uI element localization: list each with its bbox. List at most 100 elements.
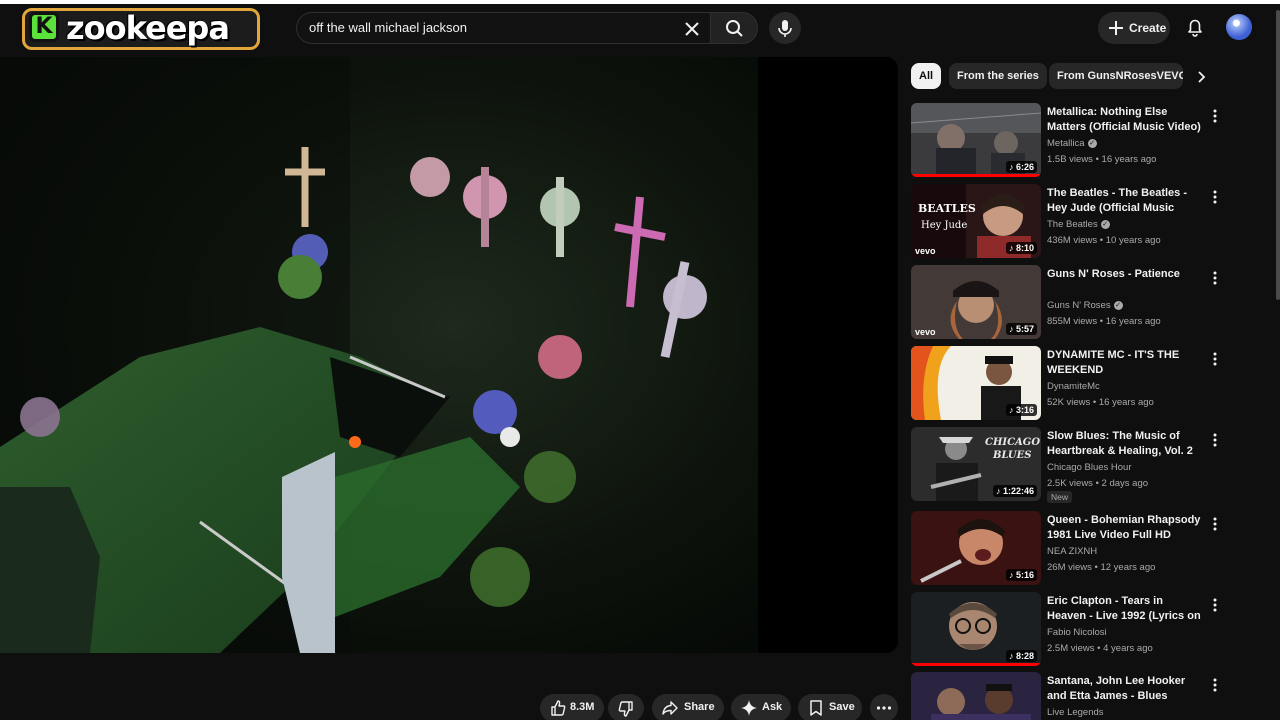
recommendation-item[interactable]: ♪ 5:16 Queen - Bohemian Rhapsody 1981 Li… (911, 511, 1231, 587)
video-title[interactable]: Queen - Bohemian Rhapsody 1981 Live Vide… (1047, 513, 1205, 543)
thumbs-down-icon (618, 701, 633, 717)
channel-name[interactable]: DynamiteMc (1047, 381, 1100, 392)
thumbnail-text: BLUES (993, 450, 1032, 461)
video-thumbnail[interactable]: ♪ 5:16 (911, 511, 1041, 585)
more-actions-button[interactable] (870, 694, 898, 720)
recommendation-item[interactable]: vevo ♪ 5:57 Guns N' Roses - Patience Gun… (911, 265, 1231, 341)
channel-name[interactable]: The Beatles ✓ (1047, 219, 1110, 230)
video-title[interactable]: Slow Blues: The Music of Heartbreak & He… (1047, 429, 1205, 459)
more-vertical-icon[interactable] (1209, 515, 1221, 533)
more-vertical-icon[interactable] (1209, 350, 1221, 368)
duration: ♪ 8:28 (1005, 650, 1037, 662)
chevron-right-icon[interactable] (1190, 66, 1212, 88)
channel-name[interactable]: Live Legends (1047, 707, 1104, 718)
watched-progress (911, 663, 1041, 666)
chip-from-series[interactable]: From the series (949, 63, 1047, 89)
duration: ♪ 3:16 (1005, 404, 1037, 416)
more-vertical-icon[interactable] (1209, 269, 1221, 287)
header: K zookeepa off the wall michael jackson … (0, 4, 1280, 50)
new-badge: New (1047, 491, 1073, 503)
chip-from-gunsnroses[interactable]: From GunsNRosesVEVO (1049, 63, 1183, 89)
recommendation-item[interactable]: ♪ 3:16 DYNAMITE MC - IT'S THE WEEKEND Dy… (911, 346, 1231, 422)
video-meta: 1.5B views • 16 years ago (1047, 154, 1157, 165)
save-label: Save (829, 701, 855, 713)
chip-all[interactable]: All (911, 63, 942, 89)
dislike-button[interactable] (608, 694, 644, 720)
bell-icon[interactable] (1182, 14, 1208, 40)
video-meta: 26M views • 12 years ago (1047, 562, 1156, 573)
video-title[interactable]: Guns N' Roses - Patience (1047, 267, 1205, 282)
verified-icon: ✓ (1087, 138, 1097, 148)
channel-name[interactable]: Metallica ✓ (1047, 138, 1097, 149)
thumbnail-text: Hey Jude (921, 220, 968, 231)
create-button[interactable]: Create (1098, 12, 1170, 44)
video-title[interactable]: Metallica: Nothing Else Matters (Officia… (1047, 105, 1205, 135)
scrollbar-thumb[interactable] (1276, 10, 1280, 300)
video-meta: 855M views • 16 years ago (1047, 316, 1161, 327)
voice-search-button[interactable] (769, 12, 801, 44)
recommendation-item[interactable]: BEATLES Hey Jude vevo ♪ 8:10 The Beatles… (911, 184, 1231, 260)
vevo-logo: vevo (915, 327, 936, 337)
vevo-logo: vevo (915, 246, 936, 256)
duration: ♪ 6:26 (1005, 161, 1037, 173)
video-thumbnail[interactable]: vevo ♪ 5:57 (911, 265, 1041, 339)
search-button[interactable] (710, 12, 758, 44)
share-button[interactable]: Share (652, 694, 724, 720)
logo-text: zookeepa (66, 9, 230, 47)
like-button[interactable]: 8.3M (540, 694, 604, 720)
channel-name[interactable]: Fabio Nicolosi (1047, 627, 1107, 638)
video-meta: 52K views • 16 years ago (1047, 397, 1154, 408)
more-vertical-icon[interactable] (1209, 107, 1221, 125)
recommendation-item[interactable]: CHICAGO BLUES ♪ 1:22:46 Slow Blues: The … (911, 427, 1231, 503)
mic-icon (778, 20, 792, 37)
video-meta: 2.5K views • 2 days ago (1047, 478, 1149, 489)
avatar[interactable] (1226, 14, 1252, 40)
more-vertical-icon[interactable] (1209, 431, 1221, 449)
logo[interactable]: K zookeepa (22, 6, 260, 52)
sparkle-icon (741, 700, 757, 716)
share-label: Share (684, 701, 715, 713)
recommendation-item[interactable]: ♪ 6:26 Metallica: Nothing Else Matters (… (911, 103, 1231, 179)
video-meta: 2.5M views • 4 years ago (1047, 643, 1153, 654)
video-title[interactable]: Santana, John Lee Hooker and Etta James … (1047, 674, 1205, 704)
duration: ♪ 5:57 (1005, 323, 1037, 335)
video-thumbnail[interactable]: ♪ 3:16 (911, 346, 1041, 420)
channel-name[interactable]: Guns N' Roses ✓ (1047, 300, 1123, 311)
video-thumbnail[interactable] (911, 672, 1041, 720)
save-button[interactable]: Save (798, 694, 862, 720)
channel-name[interactable]: NEA ZIXNH (1047, 546, 1097, 557)
video-meta: 436M views • 10 years ago (1047, 235, 1161, 246)
more-horizontal-icon (876, 706, 892, 710)
create-label: Create (1129, 21, 1167, 35)
logo-k-icon: K (29, 12, 59, 42)
share-icon (662, 701, 678, 715)
video-thumbnail[interactable]: ♪ 8:28 (911, 592, 1041, 666)
video-title[interactable]: DYNAMITE MC - IT'S THE WEEKEND (1047, 348, 1205, 378)
video-thumbnail[interactable]: BEATLES Hey Jude vevo ♪ 8:10 (911, 184, 1041, 258)
recommendation-item[interactable]: Santana, John Lee Hooker and Etta James … (911, 672, 1231, 720)
verified-icon: ✓ (1100, 219, 1110, 229)
ask-button[interactable]: Ask (731, 694, 791, 720)
more-vertical-icon[interactable] (1209, 676, 1221, 694)
thumbnail-text: CHICAGO (985, 437, 1041, 448)
video-thumbnail[interactable]: ♪ 6:26 (911, 103, 1041, 177)
thumbnail-image (911, 672, 1041, 720)
ask-label: Ask (762, 701, 783, 713)
duration: ♪ 5:16 (1005, 569, 1037, 581)
recommendation-item[interactable]: ♪ 8:28 Eric Clapton - Tears in Heaven - … (911, 592, 1231, 668)
channel-name[interactable]: Chicago Blues Hour (1047, 462, 1132, 473)
video-title[interactable]: Eric Clapton - Tears in Heaven - Live 19… (1047, 594, 1205, 624)
video-frame (0, 57, 898, 653)
duration: ♪ 8:10 (1005, 242, 1037, 254)
more-vertical-icon[interactable] (1209, 596, 1221, 614)
search-icon (726, 20, 743, 37)
video-player[interactable] (0, 57, 898, 653)
video-title[interactable]: The Beatles - The Beatles - Hey Jude (Of… (1047, 186, 1205, 216)
more-vertical-icon[interactable] (1209, 188, 1221, 206)
like-count: 8.3M (570, 701, 595, 713)
watched-progress (911, 174, 1041, 177)
video-thumbnail[interactable]: CHICAGO BLUES ♪ 1:22:46 (911, 427, 1041, 501)
bookmark-icon (810, 700, 822, 716)
search-input[interactable]: off the wall michael jackson (296, 12, 710, 44)
clear-icon[interactable] (680, 17, 704, 41)
